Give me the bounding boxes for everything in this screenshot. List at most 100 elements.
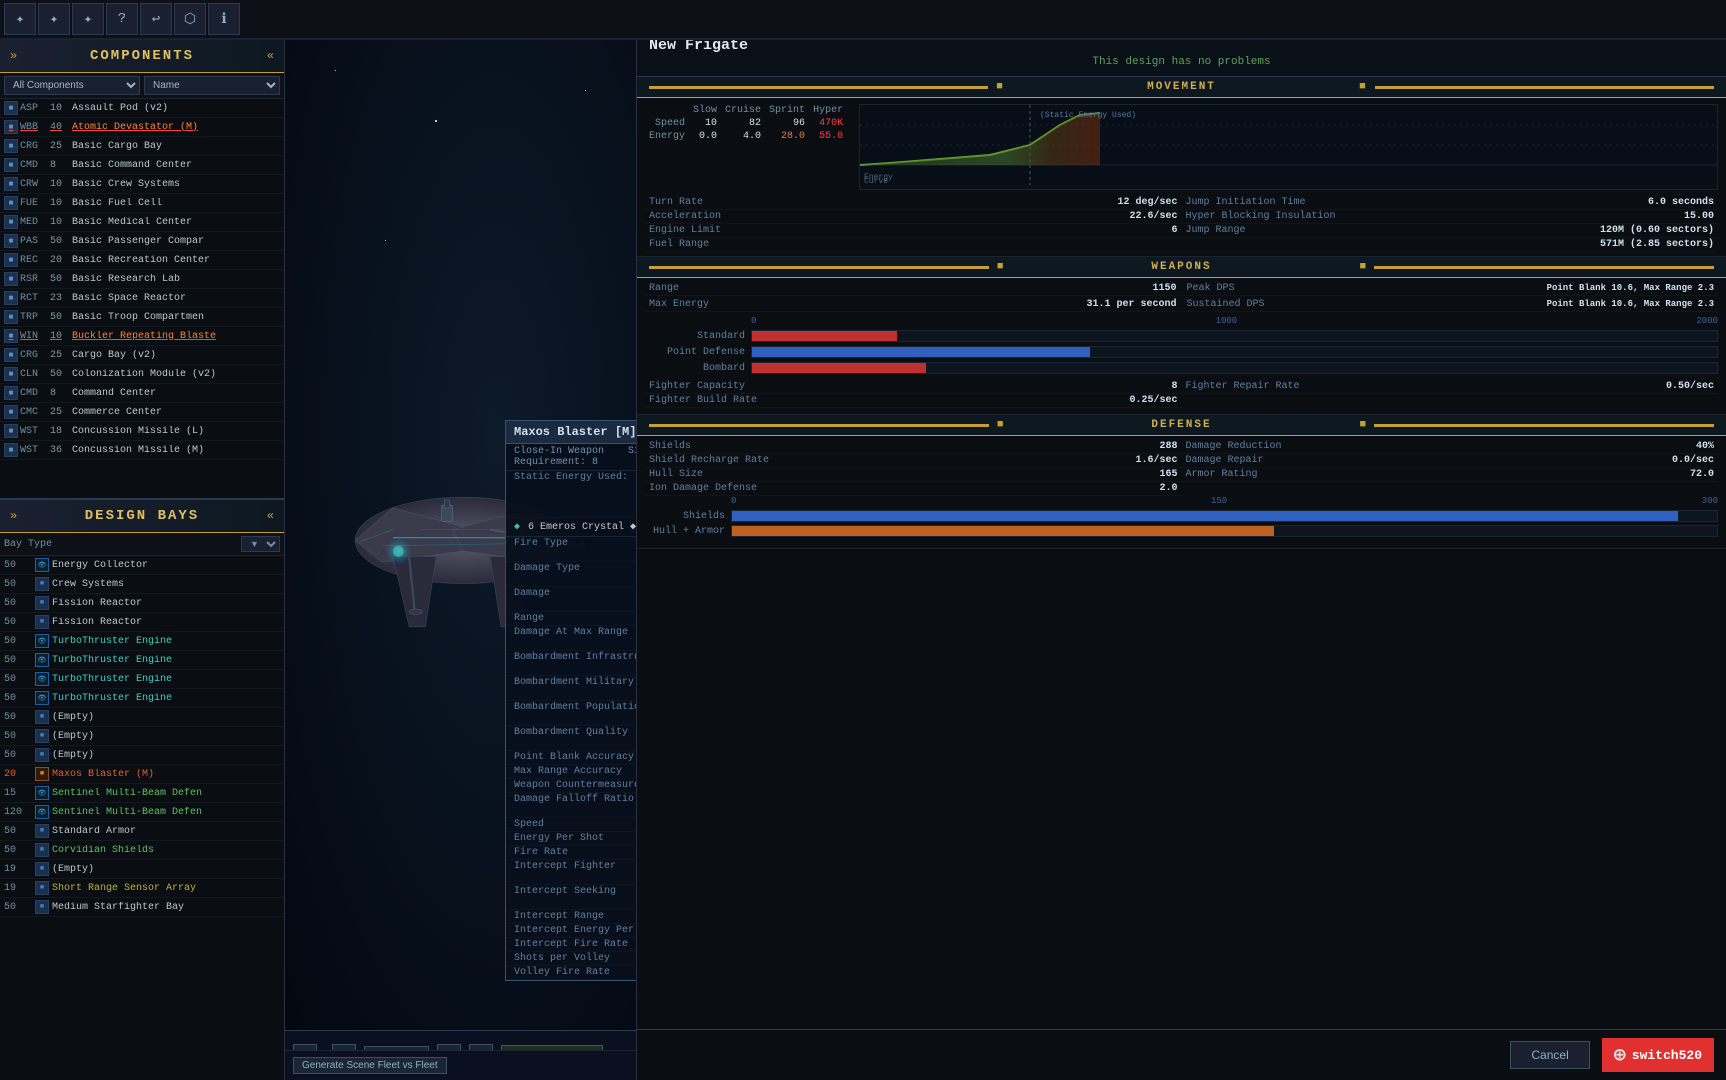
toolbar-btn-info[interactable]: ℹ	[208, 3, 240, 35]
bay-list-item[interactable]: 50 ■ (Empty)	[0, 746, 284, 765]
component-list-item[interactable]: ■ TRP 50 Basic Troop Compartmen	[0, 308, 284, 327]
bay-list-item[interactable]: 20 ■ Maxos Blaster (M)	[0, 765, 284, 784]
bay-list-item[interactable]: 50 ■ Fission Reactor	[0, 594, 284, 613]
bay-icon: ■	[35, 748, 49, 762]
tooltip-bombard-infra: Bombardment Infrastructure 1.00 (0.36/se…	[506, 651, 636, 676]
component-list-item[interactable]: ■ CRW 10 Basic Crew Systems	[0, 175, 284, 194]
generate-fleet-btn[interactable]: Generate Scene Fleet vs Fleet	[293, 1057, 447, 1074]
fuel-range-label: Fuel Range	[649, 239, 709, 250]
component-list-item[interactable]: ■ MED 10 Basic Medical Center	[0, 213, 284, 232]
bay-list-item[interactable]: 120 👁 Sentinel Multi-Beam Defen	[0, 803, 284, 822]
toolbar-btn-select[interactable]: ✦	[38, 3, 70, 35]
components-filter-dropdown[interactable]: All Components	[4, 76, 140, 95]
component-list-item[interactable]: ■ PAS 50 Basic Passenger Compar	[0, 232, 284, 251]
component-list-item[interactable]: ■ CRG 25 Cargo Bay (v2)	[0, 346, 284, 365]
comp-num: 10	[50, 179, 70, 190]
bay-list-item[interactable]: 50 👁 Energy Collector	[0, 556, 284, 575]
comp-num: 40	[50, 122, 70, 133]
bombard-qual-label: Bombardment Quality	[514, 727, 636, 749]
intercept-seeking-label: Intercept Seeking	[514, 886, 636, 908]
bay-list-item[interactable]: 19 ■ Short Range Sensor Array	[0, 879, 284, 898]
intercept-energy-label: Intercept Energy Per Shot	[514, 925, 636, 936]
bay-list-item[interactable]: 50 👁 TurboThruster Engine	[0, 632, 284, 651]
comp-icon: ■	[4, 196, 18, 210]
speed-table: Slow Cruise Sprint Hyper Speed 10 82	[645, 104, 847, 143]
component-list-item[interactable]: ■ FUE 10 Basic Fuel Cell	[0, 194, 284, 213]
ion-damage-value: 2.0	[1159, 483, 1177, 494]
component-list-item[interactable]: ■ RSR 50 Basic Research Lab	[0, 270, 284, 289]
component-list-item[interactable]: ■ ASP 10 Assault Pod (v2)	[0, 99, 284, 118]
component-list-item[interactable]: ■ CRG 25 Basic Cargo Bay	[0, 137, 284, 156]
bays-list: 50 👁 Energy Collector 50 ■ Crew Systems …	[0, 556, 284, 1080]
bay-list-item[interactable]: 50 ■ Fission Reactor	[0, 613, 284, 632]
toolbar-btn-help[interactable]: ?	[106, 3, 138, 35]
components-list: ■ ASP 10 Assault Pod (v2) ■ WBB 40 Atomi…	[0, 99, 284, 498]
bay-num: 50	[4, 845, 32, 856]
bay-num: 50	[4, 674, 32, 685]
design-status: This design has no problems	[649, 54, 1714, 70]
bay-list-item[interactable]: 50 ■ Medium Starfighter Bay	[0, 898, 284, 917]
shields-row: Shields 288	[645, 440, 1182, 454]
tooltip-fire-type: Fire Type Direct Fire	[506, 537, 636, 562]
comp-name: Concussion Missile (L)	[72, 426, 280, 437]
design-bays-title: DESIGN BAYS	[23, 508, 261, 524]
comp-num: 10	[50, 103, 70, 114]
hyper-block-label: Hyper Blocking Insulation	[1186, 211, 1336, 222]
comp-num: 10	[50, 198, 70, 209]
engine-limit-value: 6	[1171, 225, 1177, 236]
energy-curve-chart: Energy Curve (Static Energy Used)	[859, 104, 1718, 190]
defense-bar-axis: 0 150 300	[645, 496, 1718, 506]
bay-icon: 👁	[35, 653, 49, 667]
bay-sort-select[interactable]: ▼	[241, 536, 280, 552]
comp-icon: ■	[4, 101, 18, 115]
bay-list-item[interactable]: 50 👁 TurboThruster Engine	[0, 689, 284, 708]
comp-code: TRP	[20, 312, 48, 323]
comp-icon: ■	[4, 120, 18, 134]
comp-code: RSR	[20, 274, 48, 285]
movement-extra-stats: Turn Rate 12 deg/sec Jump Initiation Tim…	[637, 196, 1726, 256]
falloff-label: Damage Falloff Ratio	[514, 794, 636, 816]
bay-list-item[interactable]: 50 👁 TurboThruster Engine	[0, 670, 284, 689]
comp-code: ASP	[20, 103, 48, 114]
toolbar-btn-tool[interactable]: ✦	[72, 3, 104, 35]
component-list-item[interactable]: ■ WIN 10 Buckler Repeating Blaste	[0, 327, 284, 346]
bay-name: Sentinel Multi-Beam Defen	[52, 807, 280, 818]
component-list-item[interactable]: ■ WST 18 Concussion Missile (L)	[0, 422, 284, 441]
range-label: Range	[514, 613, 636, 624]
bay-name: Maxos Blaster (M)	[52, 769, 280, 780]
cancel-button[interactable]: Cancel	[1510, 1041, 1589, 1069]
component-list-item[interactable]: ■ WST 36 Concussion Missile (M)	[0, 441, 284, 460]
components-sort-dropdown[interactable]: Name	[144, 76, 280, 95]
defense-bar-fill	[732, 511, 1678, 521]
component-list-item[interactable]: ■ WBB 40 Atomic Devastator (M)	[0, 118, 284, 137]
bay-icon: ■	[35, 881, 49, 895]
space-background: Maxos Blaster [M] Close-In Weapon Size: …	[285, 40, 636, 1030]
bay-list-item[interactable]: 50 ■ (Empty)	[0, 708, 284, 727]
component-list-item[interactable]: ■ CLN 50 Colonization Module (v2)	[0, 365, 284, 384]
bay-list-item[interactable]: 50 👁 TurboThruster Engine	[0, 651, 284, 670]
energy-shot-label: Energy Per Shot	[514, 833, 636, 844]
bay-list-item[interactable]: 15 👁 Sentinel Multi-Beam Defen	[0, 784, 284, 803]
toolbar-btn-fleet[interactable]: ⬡	[174, 3, 206, 35]
toolbar-btn-back[interactable]: ↩	[140, 3, 172, 35]
bay-icon: ■	[35, 577, 49, 591]
bay-list-item[interactable]: 50 ■ (Empty)	[0, 727, 284, 746]
bay-list-item[interactable]: 19 ■ (Empty)	[0, 860, 284, 879]
bay-list-item[interactable]: 50 ■ Crew Systems	[0, 575, 284, 594]
comp-code: CMD	[20, 388, 48, 399]
bay-list-item[interactable]: 50 ■ Standard Armor	[0, 822, 284, 841]
toolbar-btn-move[interactable]: ✦	[4, 3, 36, 35]
component-list-item[interactable]: ■ CMC 25 Commerce Center	[0, 403, 284, 422]
component-list-item[interactable]: ■ REC 20 Basic Recreation Center	[0, 251, 284, 270]
damage-type-label: Damage Type	[514, 563, 636, 585]
ion-damage-label: Ion Damage Defense	[649, 483, 757, 494]
turn-rate-value: 12 deg/sec	[1117, 197, 1177, 208]
max-range-acc-label: Max Range Accuracy	[514, 766, 636, 777]
component-list-item[interactable]: ■ RCT 23 Basic Space Reactor	[0, 289, 284, 308]
fighter-build-label: Fighter Build Rate	[649, 395, 757, 406]
bay-list-item[interactable]: 50 ■ Corvidian Shields	[0, 841, 284, 860]
speed-row-label: Speed	[645, 117, 689, 130]
component-list-item[interactable]: ■ CMD 8 Command Center	[0, 384, 284, 403]
defense-bar-fill	[732, 526, 1274, 536]
component-list-item[interactable]: ■ CMD 8 Basic Command Center	[0, 156, 284, 175]
